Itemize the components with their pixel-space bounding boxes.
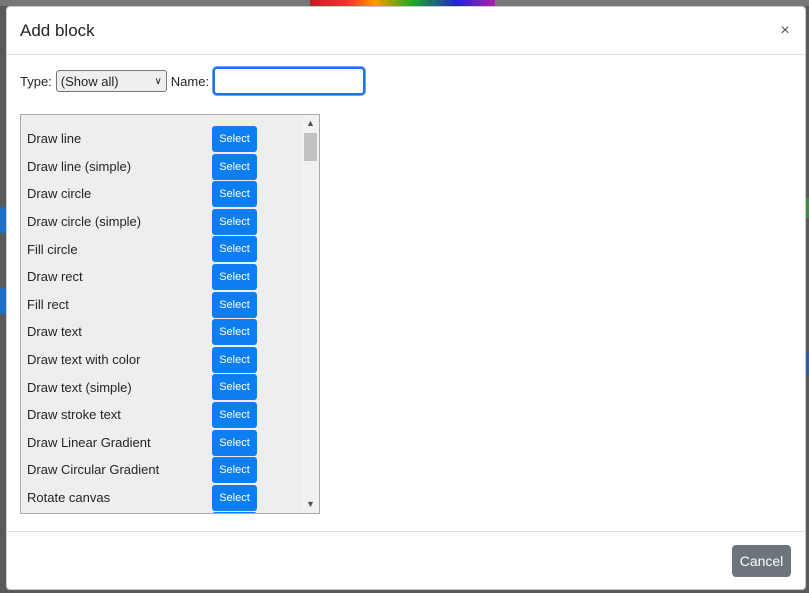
select-button[interactable]: Select [212,181,257,208]
list-item: Draw Circular Gradient Select [21,456,302,484]
block-label: Draw Linear Gradient [27,434,151,450]
list-item: Fill circle Select [21,235,302,263]
scroll-up-icon[interactable]: ▲ [302,115,319,132]
select-button[interactable]: Select [212,236,257,263]
modal-title: Add block [20,21,95,40]
block-label: Draw text (simple) [27,379,132,395]
block-list-items: Draw line Select Draw line (simple) Select D… [21,125,302,513]
name-label: Name: [170,73,210,89]
select-button[interactable] [212,512,257,513]
block-label: Draw stroke text [27,407,121,423]
type-select[interactable]: (Show all) ∨ [55,70,167,92]
list-item: Draw text (simple) Select [21,373,302,401]
scroll-down-icon[interactable]: ▼ [302,496,319,513]
close-button[interactable]: × [775,20,795,42]
select-button[interactable]: Select [212,126,257,152]
filter-row: Type: (Show all) ∨ Name: [20,67,366,95]
list-item: Draw stroke text Select [21,401,302,429]
block-label: Draw circle (simple) [27,214,142,230]
select-button[interactable]: Select [212,484,257,511]
list-item: Draw rect Select [21,263,302,291]
list-item: Draw line (simple) Select [21,153,302,181]
type-select-value: (Show all) [60,73,119,89]
name-input[interactable] [213,67,366,95]
scroll-thumb[interactable] [304,133,317,161]
list-item: Draw Linear Gradient Select [21,429,302,457]
list-item: Draw circle Select [21,180,302,208]
block-label: Fill rect [27,296,69,312]
block-label: Draw text with color [27,352,141,368]
select-button[interactable]: Select [212,291,257,318]
add-block-dialog: Add block × Type: (Show all) ∨ Name: Dra… [6,6,806,590]
select-button[interactable]: Select [212,374,257,401]
list-item: Draw text Select [21,318,302,346]
cancel-button[interactable]: Cancel [732,545,791,577]
select-button[interactable]: Select [212,429,257,456]
select-button[interactable]: Select [212,401,257,428]
select-button[interactable]: Select [212,346,257,373]
select-button[interactable]: Select [212,319,257,346]
scrollbar[interactable]: ▲ ▼ [302,115,319,513]
select-button[interactable]: Select [212,153,257,180]
list-item: Draw line Select [21,125,302,153]
block-label: Draw line [27,131,82,147]
block-label: Draw Circular Gradient [27,462,160,478]
block-label: Draw line (simple) [27,158,132,174]
block-label: Draw rect [27,269,83,285]
type-label: Type: [20,73,52,89]
list-item: Rotate canvas Select [21,484,302,512]
list-item: Fill rect Select [21,291,302,319]
list-item: Draw text with color Select [21,346,302,374]
modal-footer: Cancel [7,531,805,589]
block-label: Fill circle [27,241,78,257]
chevron-down-icon: ∨ [154,75,162,87]
select-button[interactable]: Select [212,457,257,484]
block-label: Draw circle [27,186,92,202]
block-list[interactable]: Draw line Select Draw line (simple) Select D… [20,114,320,514]
block-label: Rotate canvas [27,490,111,506]
select-button[interactable]: Select [212,263,257,290]
select-button[interactable]: Select [212,208,257,235]
list-item [21,511,302,513]
modal-header: Add block × [7,7,805,55]
block-label: Draw text [27,324,82,340]
list-item: Draw circle (simple) Select [21,208,302,236]
close-icon: × [780,22,790,39]
